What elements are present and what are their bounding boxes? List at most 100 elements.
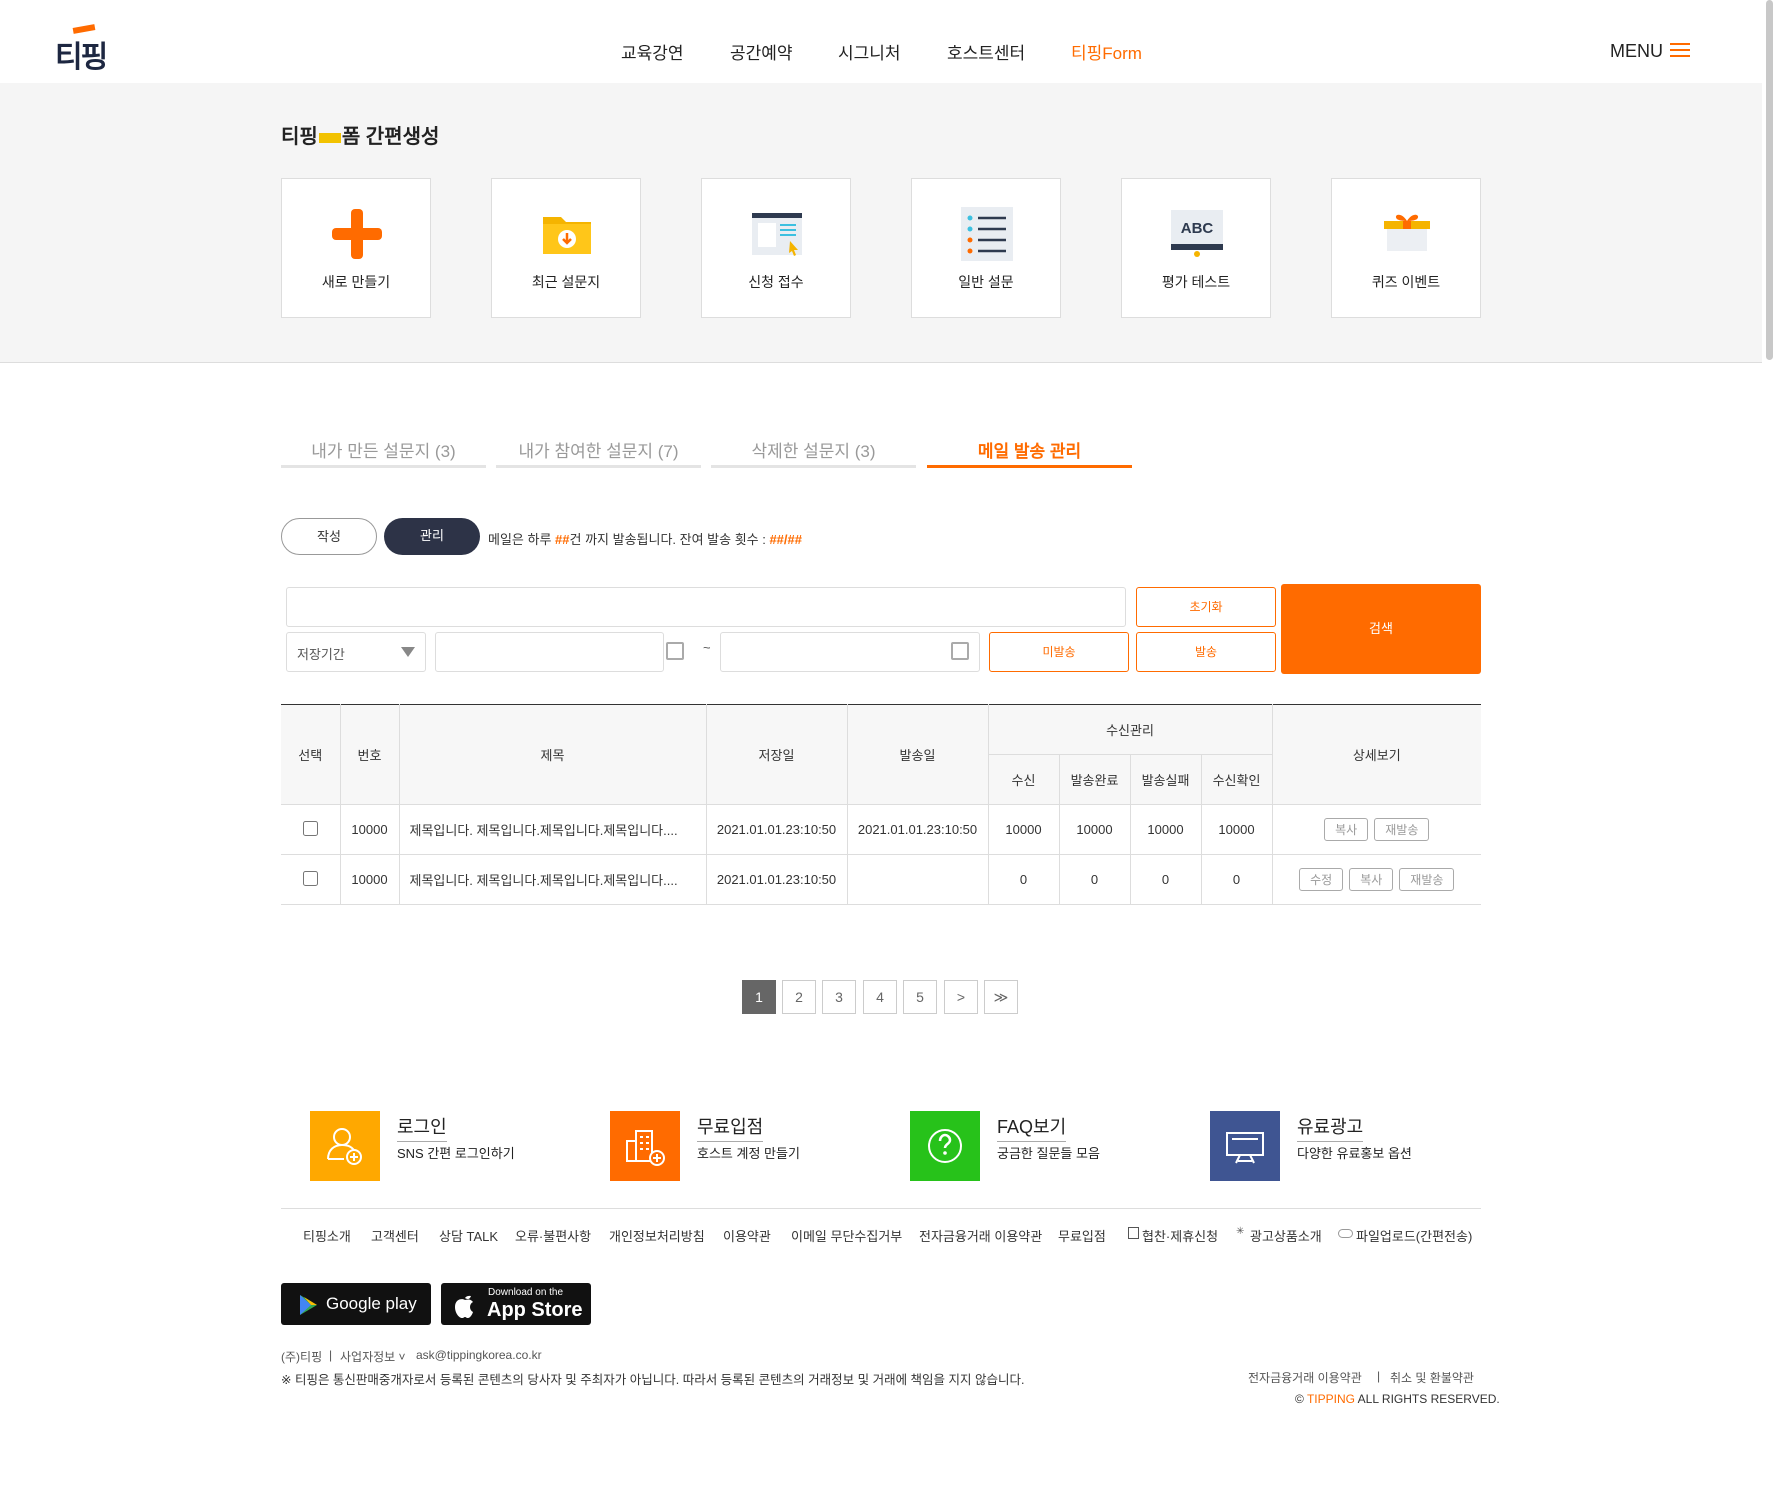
period-select[interactable]: 저장기간 [286,632,426,672]
nav-signature[interactable]: 시그니처 [838,39,901,64]
apple-icon [455,1295,473,1318]
card-recent[interactable]: 최근 설문지 [491,178,641,318]
copy-button[interactable]: 복사 [1324,818,1369,841]
footer-link[interactable]: 전자금융거래 이용약관 [919,1226,1042,1245]
row-title[interactable]: 제목입니다. 제목입니다.제목입니다.제목입니다.... [398,854,707,905]
last-page-button[interactable]: ≫ [984,980,1018,1014]
th-title: 제목 [398,704,707,805]
page-4[interactable]: 4 [863,980,897,1014]
vertical-scrollbar[interactable] [1762,0,1777,1495]
plus-icon [332,209,382,259]
login-feature-tile[interactable] [310,1111,380,1181]
row-checkbox[interactable] [302,870,318,886]
list-icon [961,207,1013,261]
th-confirm: 수신확인 [1200,754,1272,805]
copyright: © TIPPING ALL RIGHTS RESERVED. [1295,1392,1500,1406]
copy-button[interactable]: 복사 [1349,868,1394,891]
cloud-upload-icon [1338,1229,1353,1238]
end-date-input[interactable] [720,632,980,672]
form-mini-icon [318,132,341,143]
mail-table: 선택 번호 제목 저장일 발송일 수신관리 상세보기 수신 발송완료 발송실패 … [281,704,1481,905]
business-info-toggle[interactable]: 사업자정보 ˅ [340,1348,406,1365]
card-general-survey[interactable]: 일반 설문 [911,178,1061,318]
quick-create-section [0,83,1762,363]
user-add-icon [327,1128,362,1165]
calendar-icon[interactable] [951,642,969,660]
footer-link[interactable]: 광고상품소개 [1250,1226,1322,1245]
mail-limit-notice: 메일은 하루 ##건 까지 발송됩니다. 잔여 발송 횟수 : ##/## [488,532,802,547]
manage-button[interactable]: 관리 [384,518,480,555]
reset-button[interactable]: 초기화 [1136,587,1276,627]
footer-link[interactable]: 이메일 무단수집거부 [791,1226,902,1245]
scroll-thumb[interactable] [1766,0,1773,360]
refund-terms-link[interactable]: 취소 및 환불약관 [1390,1369,1474,1386]
tab-underline [711,465,916,468]
table-row: 10000 제목입니다. 제목입니다.제목입니다.제목입니다.... 2021.… [281,804,1481,855]
date-separator: ~ [703,640,711,655]
nav-host-center[interactable]: 호스트센터 [947,39,1025,64]
th-select: 선택 [281,704,341,805]
paid-ad-feature-tile[interactable] [1210,1111,1280,1181]
footer-link[interactable]: 이용약관 [723,1226,771,1245]
footer-link[interactable]: 개인정보처리방침 [609,1226,705,1245]
page-1[interactable]: 1 [742,980,776,1014]
footer-link[interactable]: 고객센터 [371,1226,419,1245]
start-date-input[interactable] [435,632,684,672]
row-checkbox[interactable] [302,820,318,836]
contact-email[interactable]: ask@tippingkorea.co.kr [416,1348,542,1362]
th-done: 발송완료 [1058,754,1131,805]
table-row: 10000 제목입니다. 제목입니다.제목입니다.제목입니다.... 2021.… [281,854,1481,905]
google-play-badge[interactable]: Google play [281,1283,431,1325]
footer-link[interactable]: 오류·불편사항 [515,1226,591,1245]
gift-icon [1384,214,1430,251]
page-5[interactable]: 5 [903,980,937,1014]
nav-tipping-form[interactable]: 티핑Form [1071,39,1142,64]
question-icon [928,1129,962,1163]
terms-link[interactable]: 전자금융거래 이용약관 [1248,1369,1362,1386]
tab-underline [496,465,701,468]
edit-button[interactable]: 수정 [1299,868,1344,891]
nav-space[interactable]: 공간예약 [730,39,793,64]
th-saved-date: 저장일 [705,704,848,805]
unsent-filter-button[interactable]: 미발송 [989,632,1129,672]
page-3[interactable]: 3 [822,980,856,1014]
sent-filter-button[interactable]: 발송 [1136,632,1276,672]
free-store-feature-tile[interactable] [610,1111,680,1181]
menu-button[interactable]: MENU [1610,41,1663,62]
svg-text:ABC: ABC [1181,220,1214,237]
footer-link[interactable]: 파일업로드(간편전송) [1356,1226,1472,1245]
resend-button[interactable]: 재발송 [1399,868,1455,891]
footer-link[interactable]: 상담 TALK [439,1226,498,1245]
th-recv: 수신 [988,754,1060,805]
billboard-icon [1226,1132,1264,1164]
building-add-icon [626,1130,665,1166]
site-logo[interactable]: 티핑 [55,24,108,76]
disclaimer: ※ 티핑은 통신판매중개자로서 등록된 콘텐츠의 당사자 및 주최자가 아닙니다… [281,1373,1025,1387]
card-evaluation-test[interactable]: ABC 평가 테스트 [1121,178,1271,318]
search-button[interactable]: 검색 [1281,584,1481,674]
resend-button[interactable]: 재발송 [1374,818,1430,841]
calendar-icon[interactable] [666,642,684,660]
footer-link[interactable]: 티핑소개 [303,1226,351,1245]
th-recv-group: 수신관리 [987,704,1273,755]
th-number: 번호 [339,704,400,805]
card-application[interactable]: 신청 접수 [701,178,851,318]
write-button[interactable]: 작성 [281,518,377,555]
th-sent-date: 발송일 [846,704,989,805]
page-2[interactable]: 2 [782,980,816,1014]
nav-education[interactable]: 교육강연 [621,39,684,64]
tab-underline [281,465,486,468]
app-store-badge[interactable]: Download on the App Store [441,1283,591,1325]
footer-divider [281,1208,1481,1209]
footer-link[interactable]: 무료입점 [1058,1226,1106,1245]
card-quiz-event[interactable]: 퀴즈 이벤트 [1331,178,1481,318]
tab-underline-active [927,465,1132,468]
hamburger-icon[interactable] [1670,43,1690,57]
next-page-button[interactable]: > [944,980,978,1014]
folder-download-icon [543,217,591,254]
faq-feature-tile[interactable] [910,1111,980,1181]
row-title[interactable]: 제목입니다. 제목입니다.제목입니다.제목입니다.... [398,804,707,855]
card-new[interactable]: 새로 만들기 [281,178,431,318]
keyword-input[interactable] [286,587,1126,627]
footer-link[interactable]: 협찬·제휴신청 [1142,1226,1218,1245]
